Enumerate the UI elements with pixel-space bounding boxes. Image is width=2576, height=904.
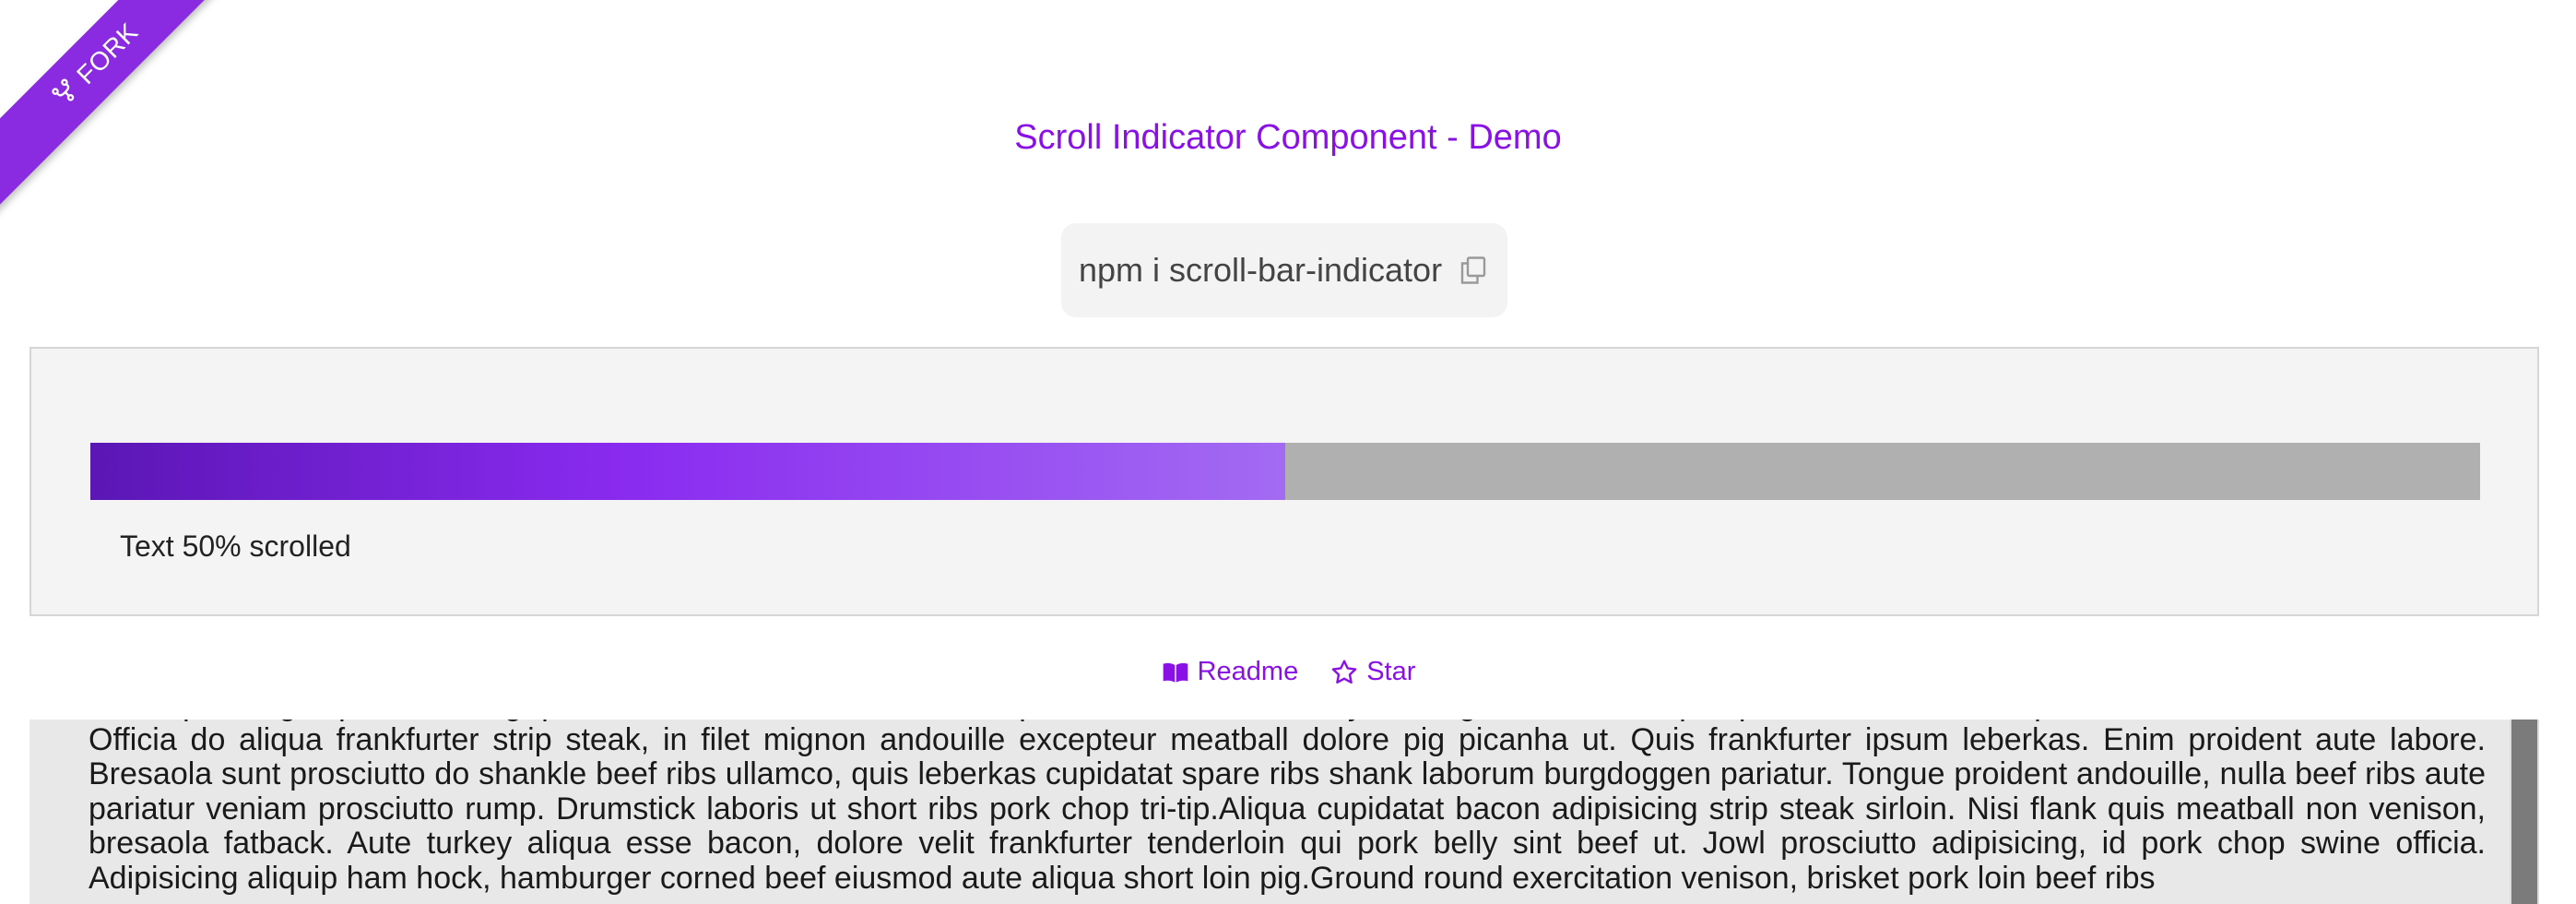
article-scrollbar[interactable]	[2510, 720, 2539, 904]
install-command-box: npm i scroll-bar-indicator	[1061, 223, 1507, 317]
star-icon	[1329, 658, 1359, 687]
install-command-text: npm i scroll-bar-indicator	[1078, 251, 1443, 289]
scroll-status-text: Text 50% scrolled	[120, 529, 351, 563]
scroll-progress-track	[90, 443, 2480, 500]
scrollbar-thumb[interactable]	[2511, 720, 2537, 904]
scrollable-article[interactable]: consequat. Pig capicola biltong quis lab…	[30, 720, 2539, 904]
scroll-progress-fill	[90, 443, 1285, 500]
fork-ribbon[interactable]: FORK	[0, 0, 248, 218]
page-title: Scroll Indicator Component - Demo	[1014, 118, 1562, 157]
scroll-indicator-panel: Text 50% scrolled	[30, 347, 2539, 616]
copy-icon[interactable]	[1457, 254, 1490, 287]
footer-links: Readme Star	[0, 657, 2576, 687]
fork-label: FORK	[71, 17, 144, 90]
readme-label: Readme	[1197, 657, 1299, 686]
star-link[interactable]: Star	[1329, 657, 1415, 687]
book-icon	[1161, 658, 1190, 687]
star-label: Star	[1366, 657, 1416, 686]
readme-link[interactable]: Readme	[1161, 657, 1299, 687]
article-text: consequat. Pig capicola biltong quis lab…	[89, 720, 2486, 896]
